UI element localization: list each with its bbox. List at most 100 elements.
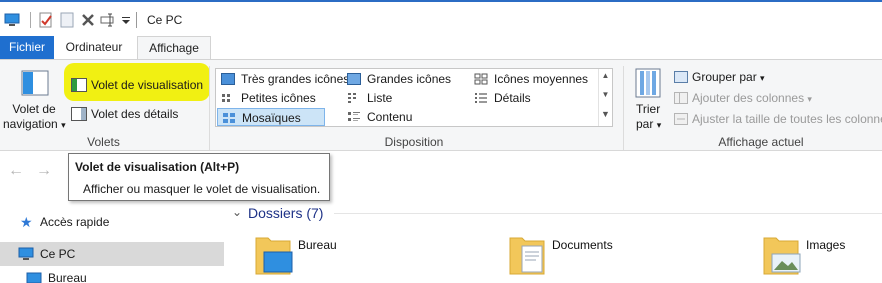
layout-list[interactable]: Liste — [343, 89, 469, 107]
chevron-down-icon: ▾ — [807, 94, 812, 104]
sort-by-button-2[interactable]: par ▾ — [636, 117, 661, 133]
sort-by-label-1: Trier — [636, 102, 661, 116]
preview-pane-icon — [71, 78, 87, 92]
group-separator — [209, 66, 210, 150]
layout-gallery-scroller: ▲ ▼ ▼ — [598, 69, 612, 126]
chevron-down-icon: ▾ — [656, 120, 662, 130]
section-divider — [334, 213, 882, 214]
layout-item-label: Liste — [367, 91, 393, 105]
new-folder-icon[interactable] — [59, 12, 75, 28]
computer-icon[interactable] — [4, 12, 20, 28]
large-icons-icon — [347, 73, 361, 85]
folder-pictures-icon[interactable] — [762, 232, 802, 276]
gallery-expand-icon[interactable]: ▼ — [599, 109, 612, 119]
rename-icon[interactable] — [100, 12, 116, 28]
group-label-volets: Volets — [87, 135, 120, 149]
sort-by-label-2: par — [636, 117, 654, 131]
sidebar-item-label: Ce PC — [40, 247, 76, 261]
layout-tiles[interactable]: Mosaïques — [217, 108, 325, 126]
scroll-up-icon[interactable]: ▲ — [599, 71, 612, 80]
navigation-pane-button[interactable]: Volet de — [12, 102, 56, 117]
group-by-button[interactable]: Grouper par ▾ — [674, 68, 765, 86]
tiles-icon — [223, 113, 235, 123]
group-by-icon — [674, 71, 688, 83]
customize-qat-icon[interactable] — [121, 12, 131, 28]
navigation-pane-icon — [21, 70, 49, 96]
add-columns-label: Ajouter des colonnes — [692, 91, 805, 105]
properties-icon[interactable] — [38, 12, 54, 28]
window-title: Ce PC — [147, 13, 183, 27]
layout-small-icons[interactable]: Petites icônes — [217, 89, 343, 107]
navigation-pane-label-1: Volet de — [12, 102, 56, 116]
chevron-down-icon: ▾ — [760, 73, 765, 83]
group-by-label: Grouper par — [692, 70, 757, 84]
folder-desktop-icon[interactable] — [254, 232, 294, 276]
content-icon — [348, 112, 360, 121]
tab-ordinateur[interactable]: Ordinateur — [57, 36, 131, 60]
computer-icon — [18, 247, 34, 260]
sidebar-item-ce-pc[interactable]: Ce PC — [0, 242, 224, 266]
extra-large-icons-icon — [221, 73, 235, 85]
medium-icons-icon — [474, 73, 488, 85]
layout-large-icons[interactable]: Grandes icônes — [343, 70, 469, 88]
layout-gallery: Très grandes icônes Grandes icônes Icône… — [215, 68, 613, 127]
fit-columns-button[interactable]: Ajuster la taille de toutes les colonnes — [674, 110, 882, 128]
ribbon: Volet de navigation ▾ Volet de visualisa… — [0, 59, 882, 151]
layout-item-label: Mosaïques — [242, 111, 301, 125]
preview-pane-button[interactable]: Volet de visualisation — [71, 76, 203, 94]
layout-content[interactable]: Contenu — [343, 108, 469, 126]
section-title[interactable]: Dossiers (7) — [248, 205, 323, 221]
sidebar-item-bureau[interactable]: Bureau — [0, 266, 224, 283]
qat-separator — [30, 12, 31, 28]
navigation-pane-label-2: navigation — [3, 117, 58, 131]
delete-icon[interactable] — [80, 12, 96, 28]
scroll-down-icon[interactable]: ▼ — [599, 90, 612, 99]
small-icons-icon — [222, 94, 230, 102]
layout-details[interactable]: Détails — [470, 89, 596, 107]
layout-medium-icons[interactable]: Icônes moyennes — [470, 70, 596, 88]
folder-name[interactable]: Documents — [552, 238, 613, 252]
layout-extra-large-icons[interactable]: Très grandes icônes — [217, 70, 349, 88]
tab-affichage[interactable]: Affichage — [137, 36, 211, 61]
folder-documents-icon[interactable] — [508, 232, 548, 276]
folder-name[interactable]: Images — [806, 238, 845, 252]
layout-item-label: Contenu — [367, 110, 413, 124]
layout-item-label: Très grandes icônes — [241, 72, 350, 86]
chevron-down-icon[interactable]: ⌄ — [232, 205, 242, 219]
layout-item-label: Petites icônes — [241, 91, 316, 105]
desktop-icon — [26, 272, 42, 283]
back-arrow-icon[interactable]: ← — [8, 162, 24, 180]
layout-item-label: Icônes moyennes — [494, 72, 589, 86]
add-columns-button[interactable]: Ajouter des colonnes ▾ — [674, 89, 812, 107]
title-separator — [136, 12, 137, 28]
sidebar-item-acces-rapide[interactable]: ★ Accès rapide — [0, 210, 224, 234]
group-label-disposition: Disposition — [384, 135, 444, 149]
star-icon: ★ — [20, 214, 33, 230]
forward-arrow-icon[interactable]: → — [36, 162, 52, 180]
sort-by-button[interactable]: Trier — [636, 102, 660, 117]
group-label-affichage-actuel: Affichage actuel — [718, 135, 804, 149]
details-pane-label: Volet des détails — [91, 107, 179, 121]
group-separator — [623, 66, 624, 150]
details-icon — [475, 93, 487, 103]
add-columns-icon — [674, 92, 688, 104]
preview-pane-label: Volet de visualisation — [91, 78, 204, 92]
fit-columns-icon — [674, 113, 688, 125]
fit-columns-label: Ajuster la taille de toutes les colonnes — [692, 112, 882, 126]
list-icon — [348, 93, 356, 103]
details-pane-button[interactable]: Volet des détails — [71, 105, 178, 123]
ribbon-tabs: Fichier Ordinateur Affichage — [0, 36, 882, 61]
tooltip-description: Afficher ou masquer le volet de visualis… — [83, 182, 321, 196]
sidebar-item-label: Accès rapide — [40, 215, 110, 229]
layout-item-label: Détails — [494, 91, 531, 105]
layout-item-label: Grandes icônes — [367, 72, 452, 86]
sort-by-icon — [635, 68, 661, 98]
tooltip-title: Volet de visualisation (Alt+P) — [75, 160, 240, 174]
navigation-pane-button-2[interactable]: navigation ▾ — [3, 117, 66, 133]
folder-name[interactable]: Bureau — [298, 238, 337, 252]
sidebar-item-label: Bureau — [48, 271, 87, 283]
tab-fichier[interactable]: Fichier — [0, 36, 54, 60]
chevron-down-icon: ▾ — [61, 120, 66, 130]
details-pane-icon — [71, 107, 87, 121]
tooltip: Volet de visualisation (Alt+P) Afficher … — [68, 153, 330, 201]
